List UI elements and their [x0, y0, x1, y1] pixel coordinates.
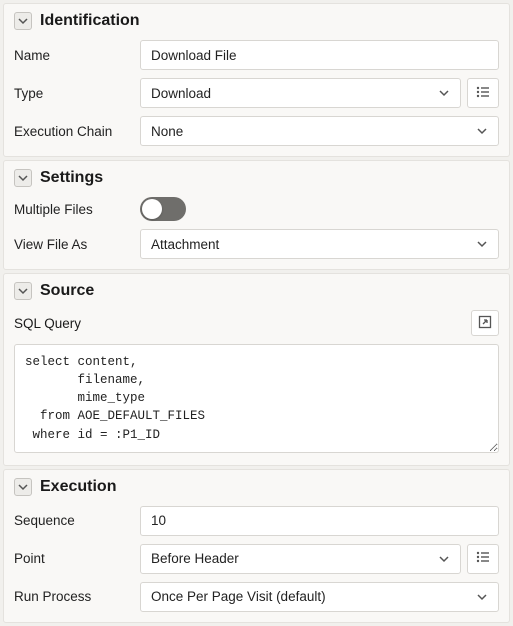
- collapse-button-identification[interactable]: [14, 12, 32, 30]
- section-settings: Settings Multiple Files View File As Att…: [3, 160, 510, 270]
- point-options-button[interactable]: [467, 544, 499, 574]
- list-options-icon: [475, 84, 491, 103]
- section-identification: Identification Name Type Download Execut…: [3, 3, 510, 157]
- chevron-down-icon: [18, 479, 28, 495]
- type-select[interactable]: Download: [140, 78, 461, 108]
- label-run-process: Run Process: [14, 589, 132, 604]
- chevron-down-icon: [438, 87, 450, 99]
- section-execution: Execution Sequence Point Before Header R…: [3, 469, 510, 623]
- label-sequence: Sequence: [14, 513, 132, 528]
- execution-chain-select[interactable]: None: [140, 116, 499, 146]
- label-sql-query: SQL Query: [14, 316, 81, 331]
- row-sql-query-header: SQL Query: [4, 306, 509, 340]
- chevron-down-icon: [476, 125, 488, 137]
- expand-icon: [478, 315, 492, 332]
- section-title-settings: Settings: [40, 169, 103, 187]
- chevron-down-icon: [476, 591, 488, 603]
- view-file-as-select-value: Attachment: [151, 237, 219, 252]
- sql-query-editor[interactable]: select content, filename, mime_type from…: [14, 344, 499, 453]
- chevron-down-icon: [18, 170, 28, 186]
- row-run-process: Run Process Once Per Page Visit (default…: [4, 578, 509, 616]
- chevron-down-icon: [18, 283, 28, 299]
- view-file-as-select[interactable]: Attachment: [140, 229, 499, 259]
- sequence-input[interactable]: [140, 506, 499, 536]
- point-select-value: Before Header: [151, 551, 239, 566]
- collapse-button-settings[interactable]: [14, 169, 32, 187]
- section-title-source: Source: [40, 282, 94, 300]
- chevron-down-icon: [476, 238, 488, 250]
- list-options-icon: [475, 549, 491, 568]
- row-view-file-as: View File As Attachment: [4, 225, 509, 263]
- type-select-value: Download: [151, 86, 211, 101]
- point-select[interactable]: Before Header: [140, 544, 461, 574]
- row-point: Point Before Header: [4, 540, 509, 578]
- label-point: Point: [14, 551, 132, 566]
- row-multiple-files: Multiple Files: [4, 193, 509, 225]
- execution-chain-select-value: None: [151, 124, 183, 139]
- name-input[interactable]: [140, 40, 499, 70]
- run-process-select-value: Once Per Page Visit (default): [151, 589, 326, 604]
- row-type: Type Download: [4, 74, 509, 112]
- toggle-knob: [142, 199, 162, 219]
- label-type: Type: [14, 86, 132, 101]
- collapse-button-execution[interactable]: [14, 478, 32, 496]
- chevron-down-icon: [18, 13, 28, 29]
- section-header-source: Source: [4, 274, 509, 306]
- section-header-settings: Settings: [4, 161, 509, 193]
- section-header-execution: Execution: [4, 470, 509, 502]
- section-header-identification: Identification: [4, 4, 509, 36]
- label-view-file-as: View File As: [14, 237, 132, 252]
- label-name: Name: [14, 48, 132, 63]
- type-options-button[interactable]: [467, 78, 499, 108]
- label-multiple-files: Multiple Files: [14, 202, 132, 217]
- section-title-identification: Identification: [40, 12, 140, 30]
- row-execution-chain: Execution Chain None: [4, 112, 509, 150]
- section-title-execution: Execution: [40, 478, 116, 496]
- row-name: Name: [4, 36, 509, 74]
- collapse-button-source[interactable]: [14, 282, 32, 300]
- row-sequence: Sequence: [4, 502, 509, 540]
- multiple-files-toggle[interactable]: [140, 197, 186, 221]
- label-execution-chain: Execution Chain: [14, 124, 132, 139]
- run-process-select[interactable]: Once Per Page Visit (default): [140, 582, 499, 612]
- expand-editor-button[interactable]: [471, 310, 499, 336]
- chevron-down-icon: [438, 553, 450, 565]
- section-source: Source SQL Query select content, filenam…: [3, 273, 510, 466]
